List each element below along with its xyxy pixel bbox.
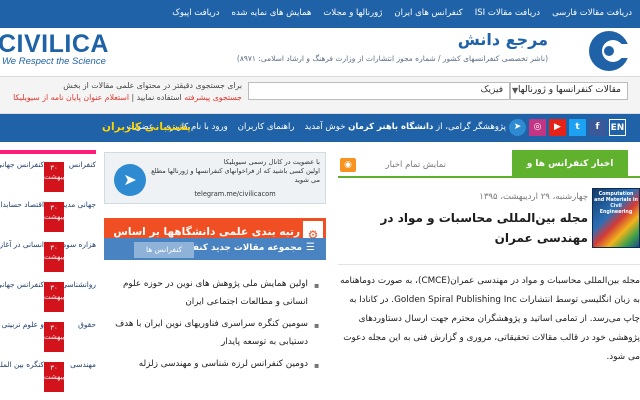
bullet-icon: ▪: [314, 321, 320, 330]
top-nav-epub[interactable]: دریافت اپیوک: [172, 8, 219, 18]
journal-cover-caption: Computation and Materials in Civil Engin…: [594, 192, 638, 215]
date-badge: ۳۰ اردیبهشت: [44, 162, 73, 192]
greeting-text: پژوهشگر گرامی، از دانشگاه باهنر کرمان خو…: [304, 122, 506, 132]
divider: [338, 264, 640, 265]
advanced-search-link[interactable]: جستجوی پیشرفته: [184, 93, 242, 102]
conferences-tab[interactable]: کنفرانس ها: [134, 242, 194, 258]
thesis-inquiry-link[interactable]: استعلام عنوان پایان نامه از سیویلیکا: [13, 93, 129, 102]
bullet-icon: ▪: [314, 281, 320, 290]
youtube-icon[interactable]: ▶: [549, 119, 566, 136]
bullet-icon: ▪: [314, 361, 320, 370]
nav-users-guide[interactable]: راهنمای کاربران: [238, 122, 295, 132]
top-nav: دریافت مقالات فارسی دریافت مقالات ISI کن…: [172, 8, 632, 18]
rss-icon[interactable]: ◉: [340, 158, 356, 172]
left-news-item[interactable]: و علوم تربیتی ۳۰ اردیبهشت حقوق: [0, 318, 96, 356]
support-link[interactable]: پشتیبانی کاربران: [102, 121, 191, 133]
search-hint-line2: جستجوی پیشرفته استفاده نمایید | استعلام …: [0, 92, 242, 104]
telegram-icon[interactable]: ➤: [114, 164, 146, 196]
article-date: چهارشنبه، ۲۹ اردیبهشت، ۱۳۹۵: [479, 192, 588, 202]
date-badge: ۳۰ اردیبهشت: [44, 202, 73, 232]
date-badge: ۳۰ اردیبهشت: [44, 362, 73, 392]
conference-item-cont[interactable]: انسانی و مطالعات اجتماعی ایران: [104, 294, 320, 311]
search-hint-mid: استفاده نمایید |: [129, 93, 185, 102]
conference-item[interactable]: دومین کنفرانس لرزه شناسی و مهندسی زلزله: [104, 356, 320, 373]
telegram-url[interactable]: telegram.me/civilicacom: [150, 190, 320, 198]
list-icon: ☰: [306, 242, 315, 253]
date-badge: ۳۰ اردیبهشت: [44, 242, 73, 272]
top-nav-indexed-conferences[interactable]: همایش های نمایه شده: [232, 8, 312, 18]
twitter-icon[interactable]: t: [569, 119, 586, 136]
top-nav-iran-conferences[interactable]: کنفرانس های ایران: [394, 8, 462, 18]
search-input[interactable]: فیزیک: [248, 82, 510, 100]
tab-conference-news[interactable]: اخبار کنفرانس ها و ژورنالها: [512, 150, 628, 197]
conference-item[interactable]: سومین کنگره سراسری فناوریهای نوین ایران …: [104, 316, 320, 333]
logo-tagline: We Respect the Science: [2, 56, 106, 67]
brand-subtitle: (ناشر تخصصی کنفرانسهای کشور / شماره مجوز…: [236, 54, 548, 63]
conference-item[interactable]: اولین همایش ملی پژوهش های نوین در حوزه ع…: [104, 276, 320, 293]
search-hint-line1: برای جستجوی دقیقتر در محتوای علمی مقالات…: [63, 81, 242, 90]
left-news-item[interactable]: کنگره بین المللی ۳۰ اردیبهشت مهندسی: [0, 358, 96, 396]
date-badge: ۳۰ اردیبهشت: [44, 282, 73, 312]
instagram-icon[interactable]: ◎: [529, 119, 546, 136]
left-news-item[interactable]: انسانی در آغاز ۳۰ اردیبهشت هزاره سوم: [0, 238, 96, 276]
left-news-item[interactable]: اقتصاد حسابداری و ۳۰ اردیبهشت جهانی مدیر: [0, 198, 96, 236]
top-nav-isi-papers[interactable]: دریافت مقالات ISI: [475, 8, 540, 18]
article-title[interactable]: مجله بین‌المللی محاسبات و مواد در مهندسی…: [338, 208, 588, 248]
show-all-news-link[interactable]: نمایش تمام اخبار: [360, 160, 446, 170]
brand-title: مرجع دانش: [457, 30, 548, 49]
top-nav-persian-papers[interactable]: دریافت مقالات فارسی: [552, 8, 632, 18]
left-news-item[interactable]: کنفرانس جهانی ۳۰ اردیبهشت روانشناسی: [0, 278, 96, 316]
search-scope-select[interactable]: مقالات کنفرانسها و ژورنالها: [510, 82, 628, 100]
civilica-logo[interactable]: CIVILICA: [0, 30, 109, 59]
date-badge: ۳۰ اردیبهشت: [44, 322, 73, 352]
left-news-column: کنفرانس جهانی مدیریت ۳۰ اردیبهشت کنفرانس…: [0, 150, 96, 400]
brand-c-logo-icon: [589, 31, 632, 71]
conference-item-cont[interactable]: دستیابی به توسعه پایدار: [104, 334, 320, 351]
search-hint: برای جستجوی دقیقتر در محتوای علمی مقالات…: [0, 80, 242, 104]
chevron-down-icon: ▼: [512, 86, 519, 95]
university-name: دانشگاه باهنر کرمان: [348, 122, 434, 132]
article-body: مجله بین‌المللی محاسبات و مواد در مهندسی…: [340, 276, 640, 362]
telegram-text: با عضویت در کانال رسمی سیویلیکا اولین کس…: [151, 158, 320, 184]
left-news-item[interactable]: کنفرانس جهانی مدیریت ۳۰ اردیبهشت کنفرانس: [0, 158, 96, 196]
top-nav-journals[interactable]: ژورنالها و مجلات: [323, 8, 382, 18]
telegram-nav-icon[interactable]: ➤: [509, 119, 526, 136]
facebook-icon[interactable]: f: [589, 119, 606, 136]
english-button[interactable]: EN: [609, 119, 626, 136]
